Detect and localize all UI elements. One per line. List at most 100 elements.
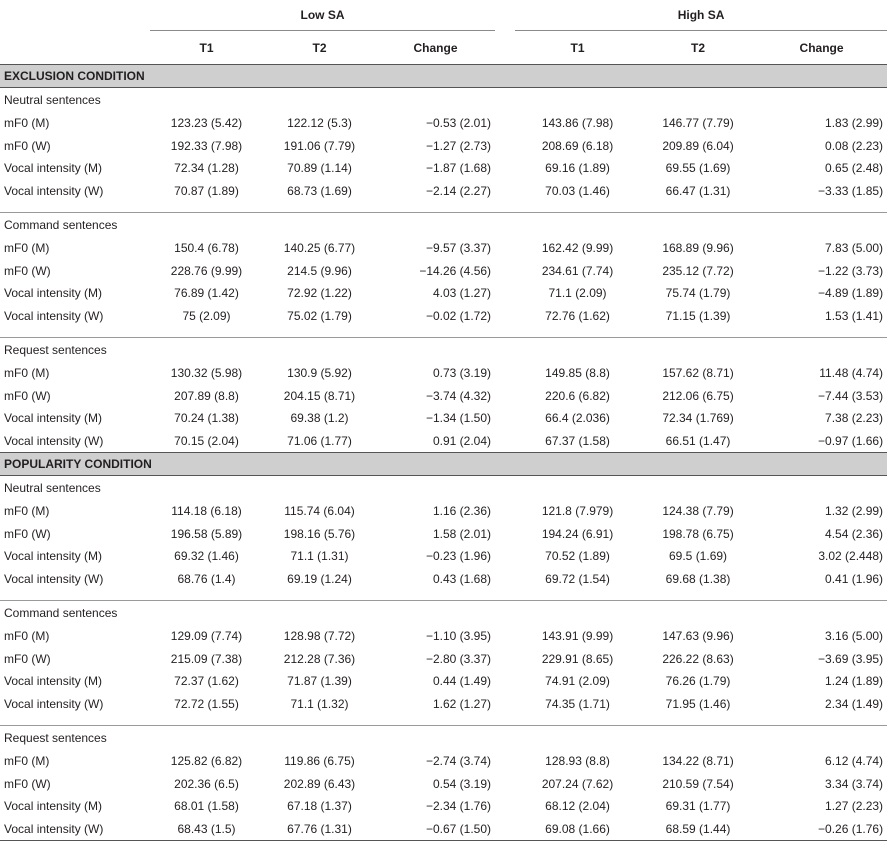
table-row: mF0 (W) 215.09 (7.38) 212.28 (7.36) −2.80 (… — [0, 648, 887, 671]
measure-label: mF0 (M) — [4, 116, 50, 131]
cell-high-t1: 74.35 (1.71) — [545, 696, 610, 711]
measure-label: mF0 (M) — [4, 504, 50, 519]
cell-high-t1: 71.1 (2.09) — [548, 286, 607, 301]
measure-label: Vocal intensity (M) — [4, 286, 103, 301]
cell-high-t1: 208.69 (6.18) — [541, 138, 614, 153]
measure-label: mF0 (W) — [4, 138, 51, 153]
cell-high-t2: 212.06 (6.75) — [662, 388, 734, 403]
table-header: Low SA High SA T1 T2 Change T1 T2 Change — [0, 0, 887, 65]
cell-low-change: −2.80 (3.37) — [425, 651, 492, 666]
sentence-type-label: Command sentences — [4, 218, 118, 232]
cell-low-t2: 204.15 (8.71) — [283, 388, 356, 403]
block-separator — [0, 590, 887, 601]
cell-high-t2: 72.34 (1.769) — [662, 411, 734, 426]
cell-high-change: 1.24 (1.89) — [825, 674, 884, 689]
measure-label: mF0 (W) — [4, 776, 51, 791]
cell-low-t1: 114.18 (6.18) — [171, 504, 242, 519]
gap-cell — [495, 500, 515, 523]
header-blank — [0, 31, 150, 65]
group-header-high-sa: High SA — [515, 0, 887, 31]
cell-high-t1: 72.76 (1.62) — [545, 308, 610, 323]
cell-low-t1: 192.33 (7.98) — [170, 138, 243, 153]
table-row: Vocal intensity (W) 72.72 (1.55) 71.1 (1.3… — [0, 693, 887, 716]
measure-label: mF0 (M) — [4, 241, 50, 256]
cell-low-t1: 72.34 (1.28) — [174, 161, 239, 176]
cell-high-t2: 68.59 (1.44) — [665, 821, 731, 836]
cell-low-t2: 72.92 (1.22) — [287, 286, 352, 301]
table-row: Vocal intensity (M) 72.34 (1.28) 70.89 (1.… — [0, 157, 887, 180]
cell-high-t2: 66.47 (1.31) — [665, 183, 731, 198]
gap-cell — [495, 260, 515, 283]
cell-high-change: −4.89 (1.89) — [818, 286, 884, 301]
cell-high-t2: 134.22 (8.71) — [662, 754, 734, 769]
cell-low-t1: 68.01 (1.58) — [174, 799, 239, 814]
separator-line — [0, 327, 887, 338]
cell-high-t2: 209.89 (6.04) — [662, 138, 734, 153]
cell-low-t1: 68.43 (1.5) — [177, 821, 236, 836]
cell-low-t1: 69.32 (1.46) — [174, 549, 239, 564]
table-row: Vocal intensity (W) 68.43 (1.5) 67.76 (1.3… — [0, 818, 887, 841]
measure-label: mF0 (W) — [4, 526, 51, 541]
cell-low-change: −0.67 (1.50) — [425, 821, 492, 836]
measure-label: Vocal intensity (W) — [4, 821, 104, 836]
table-row: Vocal intensity (M) 76.89 (1.42) 72.92 (1.… — [0, 282, 887, 305]
gap-cell — [495, 362, 515, 385]
cell-low-change: 1.58 (2.01) — [432, 526, 492, 541]
cell-high-change: −3.33 (1.85) — [818, 183, 884, 198]
column-header-low-change: Change — [413, 40, 458, 55]
cell-high-t2: 168.89 (9.96) — [662, 241, 734, 256]
measure-label: Vocal intensity (W) — [4, 308, 104, 323]
table-row: mF0 (W) 196.58 (5.89) 198.16 (5.76) 1.58 (2… — [0, 523, 887, 546]
table-row: Vocal intensity (W) 75 (2.09) 75.02 (1.79)… — [0, 305, 887, 328]
block-separator — [0, 202, 887, 213]
cell-low-t1: 125.82 (6.82) — [170, 754, 243, 769]
cell-low-change: −2.14 (2.27) — [425, 183, 492, 198]
cell-low-t1: 129.09 (7.74) — [170, 629, 243, 644]
cell-high-t1: 66.4 (2.036) — [545, 411, 610, 426]
cell-high-t1: 128.93 (8.8) — [545, 754, 610, 769]
condition-title: POPULARITY CONDITION — [0, 452, 887, 476]
cell-high-t2: 210.59 (7.54) — [662, 776, 734, 791]
cell-high-change: 1.83 (2.99) — [825, 116, 884, 131]
cell-high-change: 0.41 (1.96) — [825, 571, 884, 586]
gap-cell — [495, 430, 515, 453]
sentence-type-label: Request sentences — [4, 731, 107, 745]
cell-high-t2: 124.38 (7.79) — [662, 504, 734, 519]
cell-low-change: −9.57 (3.37) — [425, 241, 492, 256]
cell-high-change: 7.38 (2.23) — [825, 411, 884, 426]
gap-cell — [495, 773, 515, 796]
table-row: mF0 (M) 150.4 (6.78) 140.25 (6.77) −9.57 (3… — [0, 237, 887, 260]
condition-row: EXCLUSION CONDITION — [0, 64, 887, 88]
cell-high-t1: 143.86 (7.98) — [541, 116, 614, 131]
cell-low-change: 1.62 (1.27) — [432, 696, 492, 711]
cell-low-t2: 71.06 (1.77) — [287, 433, 352, 448]
gap-cell — [495, 305, 515, 328]
table-row: mF0 (M) 130.32 (5.98) 130.9 (5.92) 0.73 (3.… — [0, 362, 887, 385]
cell-high-change: 1.53 (1.41) — [825, 308, 884, 323]
header-blank — [0, 0, 150, 31]
cell-low-t1: 215.09 (7.38) — [170, 651, 243, 666]
sentence-type-label: Neutral sentences — [4, 481, 101, 495]
gap-cell — [495, 180, 515, 203]
cell-high-t2: 71.15 (1.39) — [665, 308, 731, 323]
cell-high-t2: 226.22 (8.63) — [662, 651, 734, 666]
cell-low-change: −1.10 (3.95) — [425, 629, 492, 644]
sentence-type-label: Neutral sentences — [4, 93, 101, 107]
table-row: mF0 (W) 228.76 (9.99) 214.5 (9.96) −14.26 (… — [0, 260, 887, 283]
cell-low-change: −0.02 (1.72) — [425, 308, 492, 323]
cell-high-t2: 235.12 (7.72) — [662, 263, 734, 278]
gap-cell — [495, 523, 515, 546]
measure-label: mF0 (W) — [4, 651, 51, 666]
cell-low-change: −0.23 (1.96) — [425, 549, 492, 564]
gap-cell — [495, 693, 515, 716]
cell-high-t2: 69.68 (1.38) — [665, 571, 731, 586]
cell-low-t1: 123.23 (5.42) — [170, 116, 243, 131]
cell-high-t2: 75.74 (1.79) — [665, 286, 731, 301]
cell-high-t1: 194.24 (6.91) — [541, 526, 614, 541]
cell-high-change: 1.32 (2.99) — [825, 504, 884, 519]
table-row: mF0 (M) 125.82 (6.82) 119.86 (6.75) −2.74 (… — [0, 750, 887, 773]
measure-label: mF0 (M) — [4, 629, 50, 644]
table-end-rule — [0, 840, 887, 841]
measure-label: Vocal intensity (M) — [4, 411, 103, 426]
gap-cell — [495, 750, 515, 773]
